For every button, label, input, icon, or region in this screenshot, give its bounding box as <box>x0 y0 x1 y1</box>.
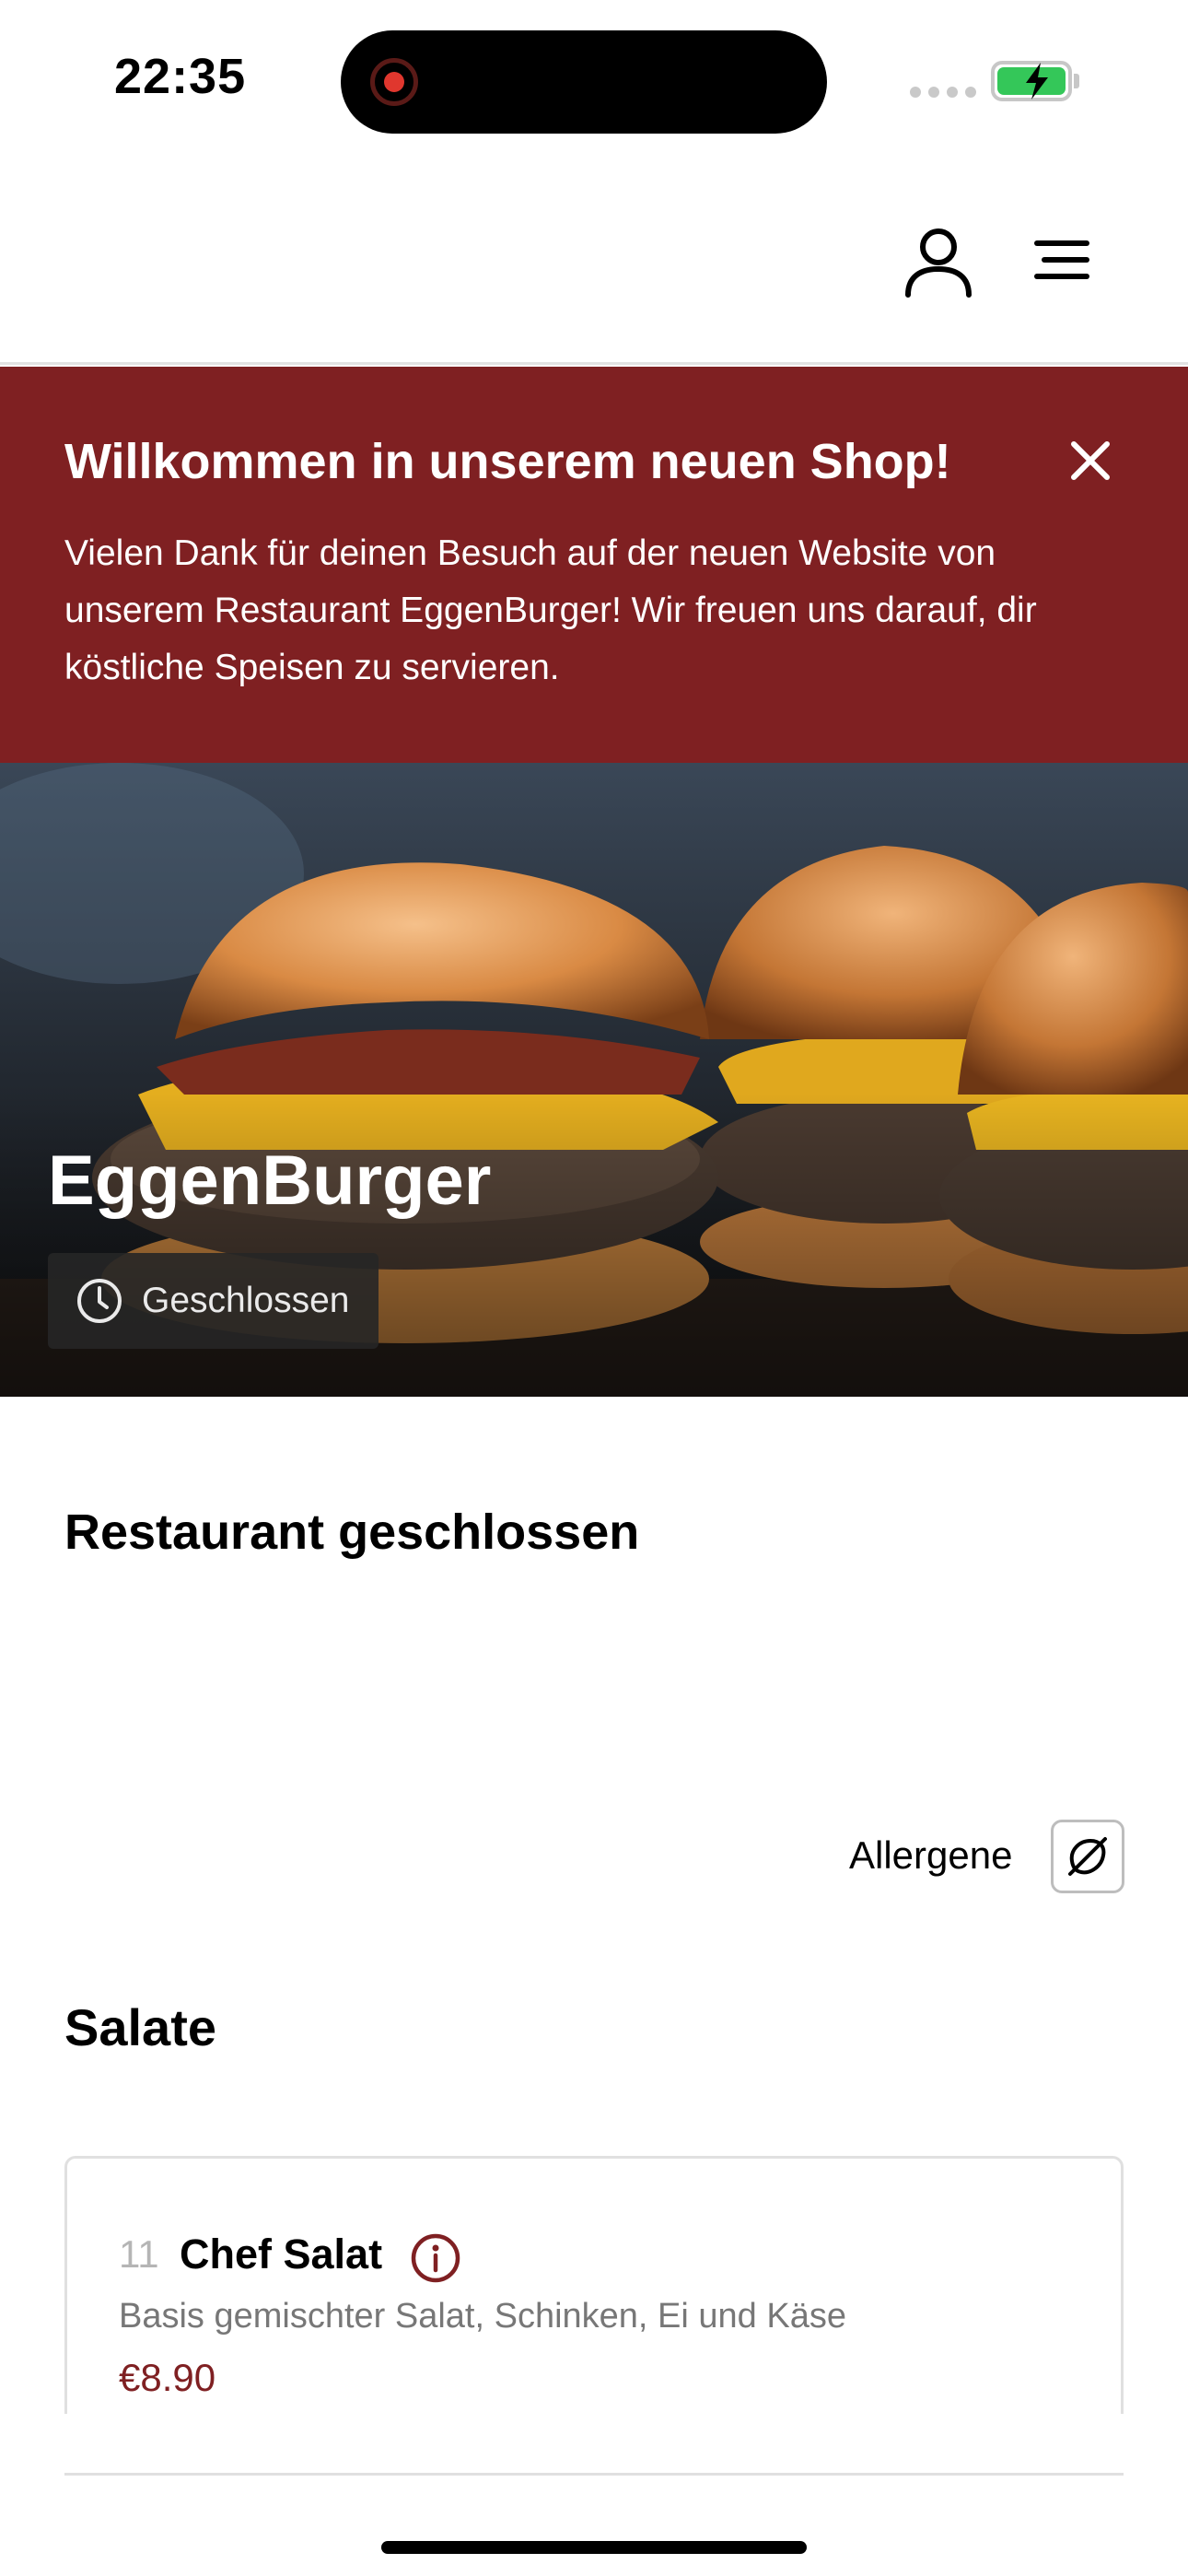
recording-icon <box>370 58 418 106</box>
battery-icon <box>991 61 1072 101</box>
hamburger-menu-icon[interactable] <box>1031 240 1090 280</box>
banner-text: Vielen Dank für deinen Besuch auf der ne… <box>64 533 1037 687</box>
card-fade <box>64 2414 1124 2488</box>
dynamic-island <box>341 30 827 134</box>
product-number: 11 <box>119 2232 159 2276</box>
user-account-icon[interactable] <box>903 227 974 299</box>
product-description: Basis gemischter Salat, Schinken, Ei und… <box>119 2297 846 2336</box>
allergen-icon <box>1068 1837 1107 1876</box>
opening-status-label: Geschlossen <box>142 1281 350 1320</box>
status-bar: 22:35 <box>0 0 1188 157</box>
app-page: 22:35 Willkommen in unserem neuen Shop! <box>0 0 1188 2576</box>
clock-icon <box>77 1279 122 1323</box>
category-title: Salate <box>64 1998 216 2056</box>
info-icon[interactable] <box>410 2232 461 2284</box>
product-price: €8.90 <box>119 2356 216 2399</box>
hero-image: EggenBurger Geschlossen <box>0 763 1188 1397</box>
product-name: Chef Salat <box>180 2231 383 2277</box>
welcome-banner: Willkommen in unserem neuen Shop! Vielen… <box>0 367 1188 763</box>
restaurant-name: EggenBurger <box>48 1142 492 1220</box>
home-indicator[interactable] <box>381 2541 807 2554</box>
banner-title: Willkommen in unserem neuen Shop! <box>64 434 951 489</box>
signal-icon <box>910 87 976 98</box>
allergens-filter-button[interactable] <box>1051 1820 1124 1893</box>
charging-bolt-icon <box>1026 63 1048 100</box>
hero-gradient <box>0 1093 1188 1397</box>
opening-status-badge: Geschlossen <box>48 1253 379 1349</box>
restaurant-closed-heading: Restaurant geschlossen <box>64 1505 640 1560</box>
card-divider <box>64 2473 1124 2476</box>
status-time: 22:35 <box>114 49 247 104</box>
battery-cap <box>1074 74 1079 88</box>
allergens-label[interactable]: Allergene <box>849 1833 1012 1878</box>
site-header <box>0 157 1188 365</box>
close-icon[interactable] <box>1068 439 1112 483</box>
